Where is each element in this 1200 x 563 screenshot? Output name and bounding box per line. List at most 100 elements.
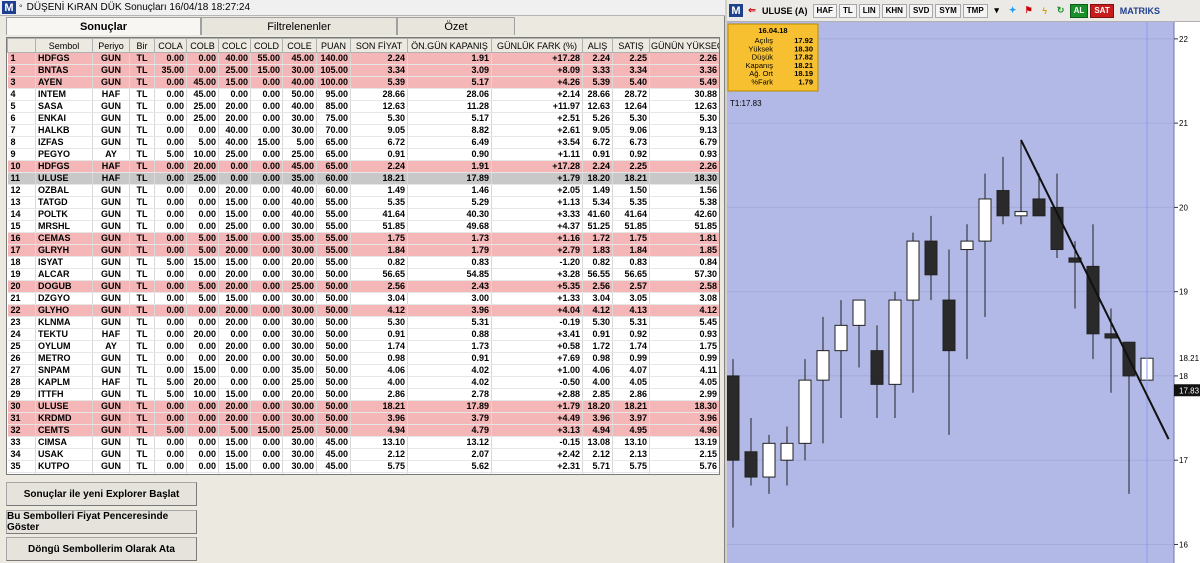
table-row[interactable]: 21 DZGYO GUN TL 0.00 5.00 15.00 0.00 30.00 50.00 3…: [7, 292, 719, 305]
start-explorer-button[interactable]: Sonuçlar ile yeni Explorer Başlat: [6, 482, 197, 506]
sell-button[interactable]: SAT: [1090, 3, 1114, 18]
cell-: 2: [7, 64, 36, 77]
app-root: M ° DÜŞENİ KıRAN DÜK Sonuçları 16/04/18 …: [0, 0, 1200, 563]
column-header-7[interactable]: COLD: [250, 38, 283, 53]
cell-ali-: 1.34: [582, 472, 613, 474]
column-header-8[interactable]: COLE: [282, 38, 317, 53]
cell-sati-: 5.31: [612, 316, 650, 329]
table-row[interactable]: 30 ULUSE GUN TL 0.00 0.00 20.00 0.00 30.00 50.00 1…: [7, 400, 719, 413]
candle-up: [762, 442, 776, 478]
column-header-15[interactable]: GÜNÜN YÜKSEĞİ: [649, 38, 719, 53]
results-grid[interactable]: Sembol Periyo Bir COLA COLB COLC COLD COLE PUAN S…: [6, 37, 720, 475]
table-row[interactable]: 14 POLTK GUN TL 0.00 0.00 15.00 0.00 40.00 55.00 4…: [7, 208, 719, 221]
dropdown-arrow-icon[interactable]: ▾: [990, 4, 1004, 18]
column-header-0[interactable]: [7, 38, 36, 53]
table-row[interactable]: 8 IZFAS GUN TL 0.00 5.00 40.00 15.00 5.00 65.00 6.…: [7, 136, 719, 149]
table-row[interactable]: 27 SNPAM GUN TL 0.00 15.00 0.00 0.00 35.00 50.00 4…: [7, 364, 719, 377]
cell-cold: 0.00: [250, 208, 283, 221]
flag-icon[interactable]: ⚑: [1022, 4, 1036, 18]
table-row[interactable]: 9 PEGYO AY TL 5.00 10.00 25.00 0.00 25.00 65.00 0.…: [7, 148, 719, 161]
table-row[interactable]: 17 GLRYH GUN TL 0.00 5.00 20.00 0.00 30.00 55.00 1…: [7, 244, 719, 257]
bolt-icon[interactable]: ϟ: [1038, 4, 1052, 18]
table-row[interactable]: 19 ALCAR GUN TL 0.00 0.00 20.00 0.00 30.00 50.00 5…: [7, 268, 719, 281]
table-row[interactable]: 36RYGYOGUNTL0.000.0015.000.0030.0045.001…: [7, 472, 719, 474]
table-row[interactable]: 1 HDFGS GUN TL 0.00 0.00 40.00 55.00 45.00 140.00…: [7, 52, 719, 65]
cell-colb: 0.00: [186, 316, 219, 329]
table-row[interactable]: 11 ULUSE HAF TL 0.00 25.00 0.00 0.00 35.00 60.00 1…: [7, 172, 719, 185]
cell-g-nl-k-fark-: +17.28: [491, 52, 583, 65]
cell-bir: TL: [129, 100, 155, 113]
table-row[interactable]: 33 CIMSA GUN TL 0.00 0.00 15.00 0.00 30.00 45.00 1…: [7, 436, 719, 449]
column-header-1[interactable]: Sembol: [35, 38, 93, 53]
tab-ozet[interactable]: Özet: [397, 17, 515, 35]
column-header-12[interactable]: GÜNLÜK FARK (%): [491, 38, 583, 53]
toolbar-tmp[interactable]: TMP: [962, 3, 988, 18]
column-header-13[interactable]: ALIŞ: [582, 38, 613, 53]
cell-: 29: [7, 388, 36, 401]
table-row[interactable]: 25 OYLUM AY TL 0.00 0.00 20.00 0.00 30.00 50.00 1.…: [7, 340, 719, 353]
cell-cold: 0.00: [250, 412, 283, 425]
cell-cole: 5.00: [282, 136, 317, 149]
buy-button[interactable]: AL: [1069, 3, 1089, 18]
toolbar-period[interactable]: HAF: [812, 3, 837, 18]
candlestick-chart[interactable]: 22 21 20 19 18 17 16 18.21 17.83 16.04.18 Açılı…: [727, 22, 1200, 563]
table-row[interactable]: 32 CEMTS GUN TL 5.00 0.00 5.00 15.00 25.00 50.00 4…: [7, 424, 719, 437]
column-header-11[interactable]: ÖN.GÜN KAPANIŞ: [407, 38, 492, 53]
cell-: 13: [7, 196, 36, 209]
table-row[interactable]: 4 INTEM HAF TL 0.00 45.00 0.00 0.00 50.00 95.00 28…: [7, 88, 719, 101]
table-row[interactable]: 16 CEMAS GUN TL 0.00 5.00 15.00 0.00 35.00 55.00 1…: [7, 232, 719, 245]
column-header-14[interactable]: SATIŞ: [612, 38, 650, 53]
column-header-6[interactable]: COLC: [218, 38, 251, 53]
cell-: 20: [7, 280, 36, 293]
column-header-4[interactable]: COLA: [154, 38, 187, 53]
cell-sembol: METRO: [35, 352, 93, 365]
table-row[interactable]: 5 SASA GUN TL 0.00 25.00 20.00 0.00 40.00 85.00 12…: [7, 100, 719, 113]
toolbar-lin[interactable]: LIN: [858, 3, 880, 18]
table-row[interactable]: 31 KRDMD GUN TL 0.00 0.00 20.00 0.00 30.00 50.00 3…: [7, 412, 719, 425]
cell-g-nl-k-fark-: -0.50: [491, 376, 583, 389]
toolbar-khn[interactable]: KHN: [881, 3, 907, 18]
table-row[interactable]: 7 HALKB GUN TL 0.00 0.00 40.00 0.00 30.00 70.00 9.…: [7, 124, 719, 137]
table-row[interactable]: 28 KAPLM HAF TL 5.00 20.00 0.00 0.00 25.00 50.00 4…: [7, 376, 719, 389]
table-row[interactable]: 23 KLNMA GUN TL 0.00 0.00 20.00 0.00 30.00 50.00 5…: [7, 316, 719, 329]
column-header-9[interactable]: PUAN: [316, 38, 351, 53]
toolbar-svd[interactable]: SVD: [908, 3, 934, 18]
column-header-3[interactable]: Bir: [129, 38, 155, 53]
symbol-link-icon[interactable]: ⇐: [745, 4, 759, 18]
table-row[interactable]: 26 METRO GUN TL 0.00 0.00 20.00 0.00 30.00 50.00 0…: [7, 352, 719, 365]
cell-cold: 0.00: [250, 220, 283, 233]
pin-icon[interactable]: °: [19, 3, 23, 13]
show-in-price-window-button[interactable]: Bu Sembolleri Fiyat Penceresinde Göster: [6, 510, 197, 534]
table-row[interactable]: 13 TATGD GUN TL 0.00 0.00 15.00 0.00 40.00 55.00 5…: [7, 196, 719, 209]
table-row[interactable]: 35 KUTPO GUN TL 0.00 0.00 15.00 0.00 30.00 45.00 5…: [7, 460, 719, 473]
assign-loop-symbols-button[interactable]: Döngü Sembollerim Olarak Ata: [6, 537, 197, 561]
column-header-2[interactable]: Periyo: [92, 38, 130, 53]
table-row[interactable]: 6 ENKAI GUN TL 0.00 25.00 20.00 0.00 30.00 75.00 5…: [7, 112, 719, 125]
refresh-icon[interactable]: ↻: [1054, 4, 1068, 18]
column-header-5[interactable]: COLB: [186, 38, 219, 53]
cell--n-g-n-kapani-: 3.00: [407, 292, 492, 305]
table-row[interactable]: 34 USAK GUN TL 0.00 0.00 15.00 0.00 30.00 45.00 2.…: [7, 448, 719, 461]
table-row[interactable]: 12 OZBAL GUN TL 0.00 0.00 20.00 0.00 40.00 60.00 1…: [7, 184, 719, 197]
table-row[interactable]: 10 HDFGS HAF TL 0.00 20.00 0.00 0.00 45.00 65.00 2…: [7, 160, 719, 173]
cell-ali-: 1.83: [582, 244, 613, 257]
tab-sonuclar[interactable]: Sonuçlar: [6, 17, 201, 35]
cell-sembol: ISYAT: [35, 256, 93, 269]
twitter-icon[interactable]: ✦: [1006, 4, 1020, 18]
table-row[interactable]: 24 TEKTU HAF TL 0.00 20.00 0.00 0.00 30.00 50.00 0…: [7, 328, 719, 341]
table-row[interactable]: 15 MRSHL GUN TL 0.00 0.00 25.00 0.00 30.00 55.00 5…: [7, 220, 719, 233]
table-row[interactable]: 3 AYEN GUN TL 0.00 45.00 15.00 0.00 40.00 100.00 5…: [7, 76, 719, 89]
title-bar[interactable]: M ° DÜŞENİ KıRAN DÜK Sonuçları 16/04/18 …: [0, 0, 725, 16]
toolbar-currency[interactable]: TL: [838, 3, 857, 18]
table-row[interactable]: 18 ISYAT GUN TL 5.00 15.00 15.00 0.00 20.00 55.00…: [7, 256, 719, 269]
table-row[interactable]: 2 BNTAS GUN TL 35.00 0.00 25.00 15.00 30.00 105.0…: [7, 64, 719, 77]
cell-son-fi-yat: 28.66: [350, 88, 408, 101]
chart-symbol[interactable]: ULUSE (A): [762, 6, 808, 16]
toolbar-sym[interactable]: SYM: [935, 3, 961, 18]
column-header-10[interactable]: SON FİYAT: [350, 38, 408, 53]
cell-sembol: ALCAR: [35, 268, 93, 281]
tab-filtrelenenler[interactable]: Filtrelenenler: [201, 17, 397, 35]
table-row[interactable]: 20 DOGUB GUN TL 0.00 5.00 20.00 0.00 25.00 50.00 2…: [7, 280, 719, 293]
table-row[interactable]: 22 GLYHO GUN TL 0.00 0.00 20.00 0.00 30.00 50.00 4…: [7, 304, 719, 317]
table-row[interactable]: 29 ITTFH GUN TL 5.00 10.00 15.00 0.00 20.00 50.00…: [7, 388, 719, 401]
